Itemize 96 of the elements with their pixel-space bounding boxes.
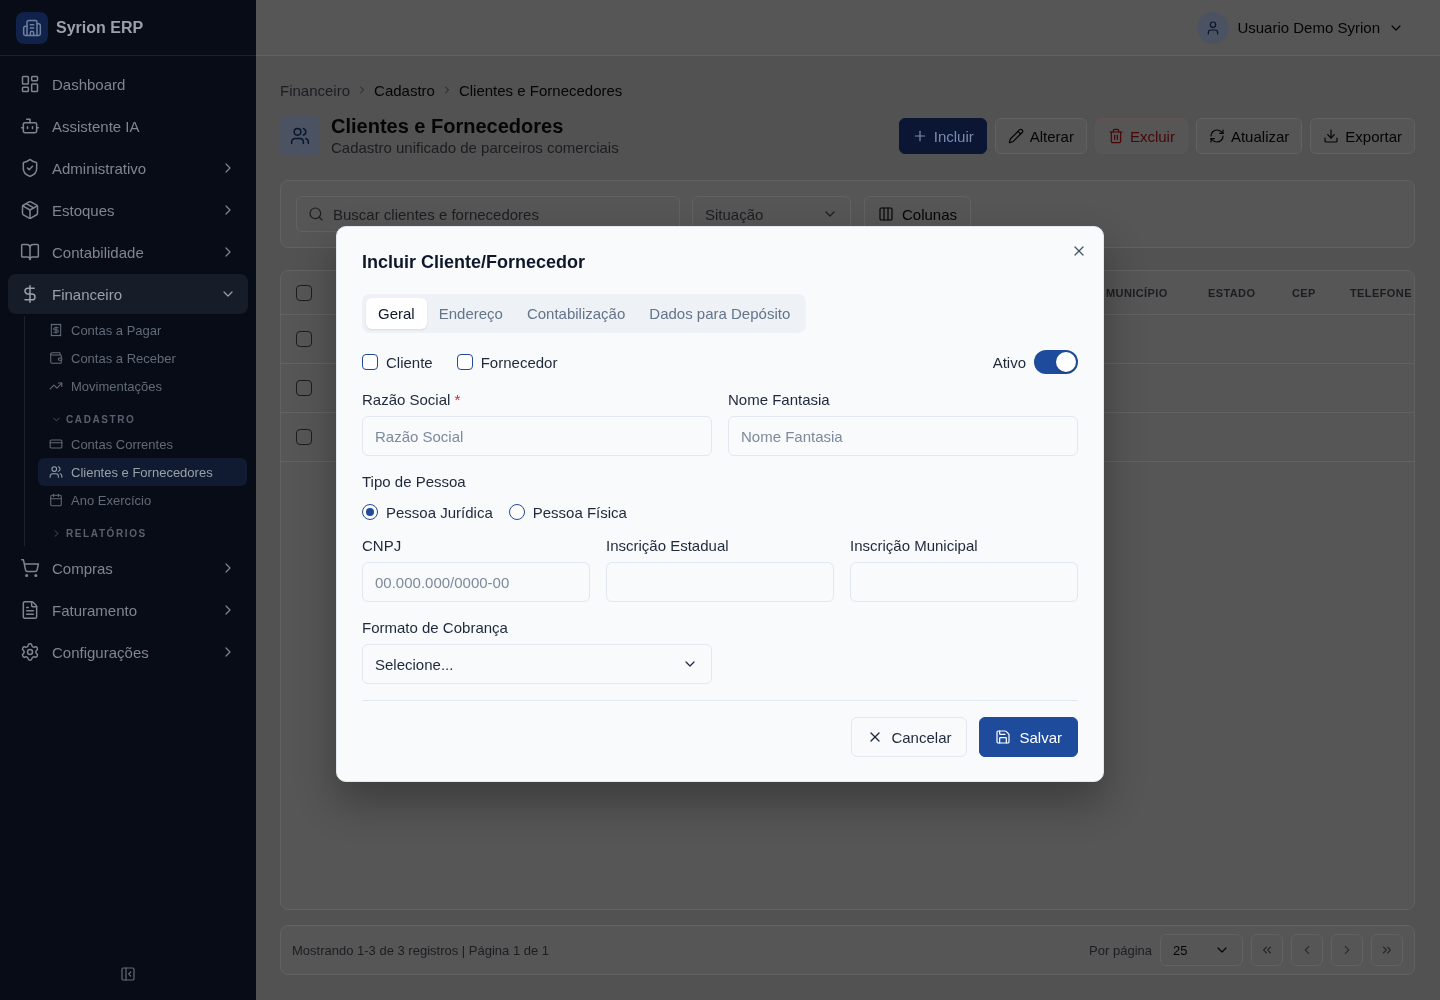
pencil-icon (1007, 128, 1024, 144)
row-checkbox[interactable] (296, 331, 312, 347)
sidebar-item[interactable]: Contabilidade (8, 232, 248, 272)
modal-title: Incluir Cliente/Fornecedor (362, 251, 587, 273)
card-icon (49, 437, 63, 451)
row-checkbox[interactable] (296, 380, 312, 396)
book-icon (20, 242, 40, 262)
next-page-button[interactable] (1331, 934, 1363, 966)
receipt-icon (49, 323, 63, 337)
field-label: CNPJ (362, 536, 402, 556)
column-header: ESTADO (1208, 286, 1257, 299)
dashboard-icon (20, 74, 40, 94)
breadcrumb-item: Cadastro (374, 81, 435, 99)
sidebar-section-toggle[interactable]: CADASTRO (38, 408, 247, 430)
previous-page-button[interactable] (1291, 934, 1323, 966)
sidebar-subitem[interactable]: Clientes e Fornecedores (38, 458, 247, 486)
switch-label[interactable]: Ativo (992, 353, 1026, 371)
first-page-button[interactable] (1251, 934, 1283, 966)
document-icon (20, 600, 40, 620)
user-menu-button[interactable]: Usuario Demo Syrion (1189, 7, 1412, 48)
sidebar-item[interactable]: Assistente IA (8, 106, 248, 146)
toolbar-button[interactable]: Alterar (994, 118, 1087, 154)
radio-label[interactable]: Pessoa Jurídica (386, 503, 493, 521)
brand-name: Syrion ERP (56, 18, 144, 37)
sidebar-subitem[interactable]: Ano Exercício (38, 486, 247, 514)
save-button[interactable]: Salvar (979, 717, 1078, 757)
field-label: Tipo de Pessoa (362, 472, 466, 492)
calendar-icon (49, 493, 63, 507)
shield-check-icon (20, 158, 40, 178)
per-page-label: Por página (1089, 942, 1152, 958)
field-label: Nome Fantasia (728, 390, 830, 410)
pagination-summary: Mostrando 1-3 de 3 registros | Página 1 de 1 (292, 942, 550, 958)
toolbar-button[interactable]: Incluir (898, 118, 987, 154)
double-chevron-right-icon (1380, 943, 1394, 957)
toggle-switch[interactable] (1034, 350, 1078, 374)
sidebar-section-toggle[interactable]: RELATÓRIOS (38, 522, 247, 544)
double-chevron-left-icon (1260, 943, 1274, 957)
sidebar-subitem[interactable]: Contas a Pagar (38, 316, 247, 344)
cnpj-field[interactable]: 00.000.000/0000-00 (362, 562, 590, 602)
cart-icon (20, 558, 40, 578)
cancel-button[interactable]: Cancelar (851, 717, 968, 757)
settings-icon (20, 642, 40, 662)
tab[interactable]: Geral (366, 298, 427, 329)
column-header: CEP (1292, 286, 1317, 299)
box-icon (20, 200, 40, 220)
field-label: Formato de Cobrança (362, 618, 508, 638)
sidebar-subitem[interactable]: Movimentações (38, 372, 247, 400)
column-header: TELEFONE (1350, 286, 1413, 299)
toolbar-button[interactable]: Atualizar (1195, 118, 1303, 154)
refresh-icon (1208, 128, 1225, 144)
row-checkbox[interactable] (296, 429, 312, 445)
panel-collapse-icon (120, 966, 136, 982)
user-avatar-icon (1197, 11, 1230, 44)
sidebar-item[interactable]: Financeiro (8, 274, 248, 314)
sidebar-item[interactable]: Configurações (8, 632, 248, 672)
trash-icon (1107, 128, 1124, 144)
radio-button[interactable] (362, 504, 378, 520)
column-header: MUNICÍPIO (1106, 286, 1169, 299)
select-all-checkbox[interactable] (296, 284, 312, 301)
sidebar-item[interactable]: Administrativo (8, 148, 248, 188)
tab[interactable]: Contabilização (514, 298, 638, 329)
sidebar-item[interactable]: Estoques (8, 190, 248, 230)
users-icon (280, 116, 320, 156)
radio-button[interactable] (508, 504, 525, 520)
radio-label[interactable]: Pessoa Física (532, 503, 627, 521)
robot-icon (20, 116, 40, 136)
breadcrumb-item: Clientes e Fornecedores (458, 81, 623, 99)
download-icon (1323, 128, 1340, 144)
sidebar-item[interactable]: Faturamento (8, 590, 248, 630)
field-label: Inscrição Municipal (850, 536, 978, 556)
checkbox[interactable] (456, 354, 473, 370)
save-icon (995, 729, 1012, 745)
building-icon (16, 11, 48, 44)
field-label: Inscrição Estadual (606, 536, 729, 556)
trade-name-field[interactable]: Nome Fantasia (728, 416, 1078, 456)
checkbox[interactable] (362, 354, 378, 370)
sidebar-subitem[interactable]: Contas Correntes (38, 430, 247, 458)
wallet-icon (49, 351, 63, 365)
field-label: Razão Social * (362, 390, 461, 410)
tab[interactable]: Dados para Depósito (637, 298, 803, 329)
columns-icon (878, 206, 894, 222)
company-name-field[interactable]: Razão Social (362, 416, 712, 456)
per-page-select[interactable]: 25 (1160, 934, 1243, 966)
sidebar-item[interactable]: Compras (8, 548, 248, 588)
billing-format-select[interactable]: Selecione... (362, 644, 712, 684)
checkbox-label[interactable]: Cliente (386, 353, 433, 371)
users-icon (49, 465, 63, 479)
tab[interactable]: Endereço (426, 298, 515, 329)
sidebar-item[interactable]: Dashboard (8, 64, 248, 104)
toolbar-button[interactable]: Exportar (1310, 118, 1415, 154)
page-title: Clientes e Fornecedores (331, 114, 565, 138)
checkbox-label[interactable]: Fornecedor (480, 353, 558, 371)
last-page-button[interactable] (1371, 934, 1403, 966)
collapse-sidebar-button[interactable] (120, 966, 136, 982)
search-icon (308, 206, 324, 222)
sidebar-subitem[interactable]: Contas a Receber (38, 344, 247, 372)
